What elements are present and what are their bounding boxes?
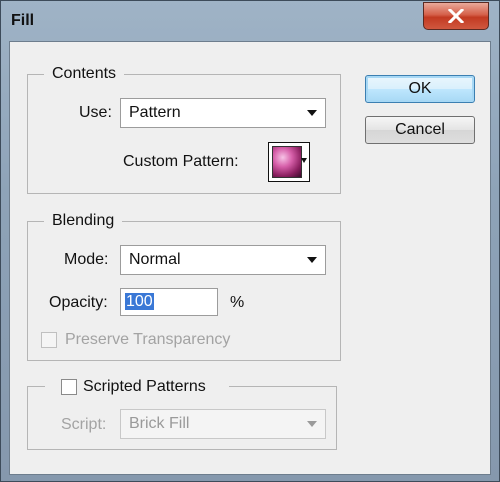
preserve-transparency-checkbox[interactable] bbox=[41, 332, 57, 348]
script-select-value: Brick Fill bbox=[129, 415, 190, 432]
scripted-patterns-checkbox[interactable] bbox=[61, 379, 77, 395]
chevron-down-icon bbox=[301, 158, 307, 163]
use-select[interactable]: Pattern bbox=[120, 98, 326, 128]
preserve-transparency-label: Preserve Transparency bbox=[65, 331, 231, 348]
fill-dialog-window: Fill Contents Use: Pattern Custom Patter… bbox=[0, 0, 500, 482]
custom-pattern-picker[interactable] bbox=[268, 142, 310, 182]
scripted-patterns-label[interactable]: Scripted Patterns bbox=[83, 377, 206, 397]
opacity-value: 100 bbox=[125, 293, 154, 310]
contents-legend: Contents bbox=[44, 64, 125, 84]
script-select[interactable]: Brick Fill bbox=[120, 409, 326, 439]
opacity-label: Opacity: bbox=[49, 294, 108, 311]
dialog-body: Contents Use: Pattern Custom Pattern: Bl… bbox=[9, 41, 491, 475]
chevron-down-icon bbox=[307, 110, 317, 116]
window-title: Fill bbox=[11, 12, 35, 29]
cancel-button[interactable]: Cancel bbox=[365, 116, 475, 144]
custom-pattern-label: Custom Pattern: bbox=[123, 153, 239, 170]
ok-button[interactable]: OK bbox=[365, 75, 475, 103]
close-button[interactable] bbox=[423, 2, 489, 30]
blending-legend: Blending bbox=[44, 211, 123, 231]
chevron-down-icon bbox=[307, 421, 317, 427]
use-select-value: Pattern bbox=[129, 104, 181, 121]
chevron-down-icon bbox=[307, 257, 317, 263]
opacity-unit: % bbox=[230, 294, 245, 311]
title-bar[interactable]: Fill bbox=[1, 1, 499, 41]
opacity-input[interactable]: 100 bbox=[120, 288, 218, 316]
use-label: Use: bbox=[79, 104, 112, 121]
pattern-swatch-icon bbox=[272, 146, 302, 178]
mode-label: Mode: bbox=[64, 251, 109, 268]
mode-select[interactable]: Normal bbox=[120, 245, 326, 275]
script-label: Script: bbox=[61, 416, 107, 433]
close-icon bbox=[448, 9, 464, 23]
mode-select-value: Normal bbox=[129, 251, 181, 268]
